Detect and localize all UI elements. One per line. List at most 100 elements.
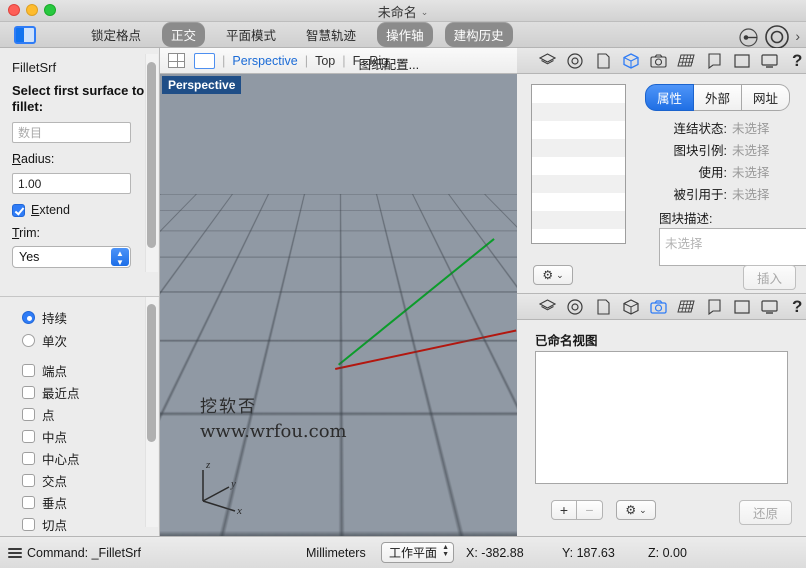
tab-external[interactable]: 外部	[694, 84, 743, 111]
property-value: 未选择	[732, 166, 770, 180]
viewport-tab-overlapped[interactable]: F...Rig 图纸配置...	[353, 54, 419, 72]
count-input[interactable]: 数目	[12, 122, 131, 143]
toolbar-item-gumball[interactable]: 操作轴	[377, 22, 433, 47]
mesh-icon[interactable]	[677, 52, 695, 70]
list-item[interactable]	[532, 229, 625, 247]
target-point-icon[interactable]	[738, 27, 759, 48]
remove-view-button[interactable]: −	[577, 500, 603, 520]
snap-row-intersection[interactable]: 交点	[22, 471, 159, 490]
display-icon[interactable]	[761, 298, 779, 316]
block-icon[interactable]	[622, 298, 640, 316]
display-icon[interactable]	[761, 52, 779, 70]
layers-icon[interactable]	[539, 298, 557, 316]
chevron-updown-icon: ▲ ▼	[442, 544, 450, 558]
osnap-mode-single[interactable]: 单次	[22, 331, 159, 350]
single-view-icon[interactable]	[194, 52, 215, 69]
trim-select[interactable]: Yes ▲ ▼	[12, 246, 131, 268]
add-view-button[interactable]: +	[551, 500, 577, 520]
snap-checkbox-end[interactable]	[22, 364, 35, 377]
list-item[interactable]	[532, 103, 625, 121]
snap-checkbox-mid[interactable]	[22, 430, 35, 443]
osnap-scrollbar-thumb[interactable]	[147, 304, 156, 442]
list-item[interactable]	[532, 85, 625, 103]
radio-single[interactable]	[22, 334, 35, 347]
extend-checkbox-row[interactable]: Extend	[12, 203, 159, 217]
chevron-down-icon[interactable]: ⌄	[421, 7, 429, 17]
toolbar-item-history[interactable]: 建构历史	[444, 22, 513, 47]
perspective-viewport[interactable]: Perspective 挖软否 www.wrfou.com z y x	[160, 74, 517, 536]
panel-toggle-icon[interactable]	[14, 25, 36, 44]
mesh-icon[interactable]	[677, 298, 695, 316]
named-views-list[interactable]	[535, 351, 788, 484]
insert-button[interactable]: 插入	[742, 265, 796, 290]
list-item[interactable]	[532, 175, 625, 193]
status-bar: Command: _FilletSrf Millimeters 工作平面 ▲ ▼ …	[0, 536, 806, 568]
units-label: Millimeters	[306, 545, 366, 560]
list-item[interactable]	[532, 121, 625, 139]
scroll-icon[interactable]	[705, 52, 723, 70]
four-view-icon[interactable]	[168, 53, 185, 68]
toolbar-item-smarttrack[interactable]: 智慧轨迹	[297, 22, 365, 47]
list-item[interactable]	[532, 139, 625, 157]
snap-checkbox-center[interactable]	[22, 452, 35, 465]
radio-persistent[interactable]	[22, 311, 35, 324]
page-icon[interactable]	[594, 52, 612, 70]
circle-target-icon[interactable]	[764, 24, 790, 50]
list-item[interactable]	[532, 157, 625, 175]
snap-row-tangent[interactable]: 切点	[22, 515, 159, 534]
help-icon[interactable]: ?	[788, 298, 806, 316]
toolbar-item-ortho[interactable]: 正交	[162, 22, 206, 47]
rect-icon[interactable]	[733, 298, 751, 316]
snap-checkbox-tangent[interactable]	[22, 518, 35, 531]
toolbar-item-grid-snap[interactable]: 锁定格点	[82, 22, 150, 47]
circle-icon[interactable]	[567, 52, 585, 70]
viewport-tab-top[interactable]: Top	[315, 54, 335, 68]
object-list[interactable]	[531, 84, 626, 244]
help-icon[interactable]: ?	[788, 52, 806, 70]
restore-view-button[interactable]: 还原	[738, 500, 792, 525]
chevron-updown-icon[interactable]: ▲ ▼	[111, 248, 129, 267]
named-views-gear-button[interactable]: ⚙ ⌄	[616, 500, 656, 520]
snap-row-perp[interactable]: 垂点	[22, 493, 159, 512]
snap-checkbox-point[interactable]	[22, 408, 35, 421]
extend-checkbox[interactable]	[12, 203, 25, 217]
page-icon[interactable]	[594, 298, 612, 316]
snap-checkbox-intersection[interactable]	[22, 474, 35, 487]
viewport-tab-perspective[interactable]: Perspective	[232, 54, 297, 68]
svg-text:y: y	[230, 478, 236, 490]
layers-icon[interactable]	[539, 52, 557, 70]
scroll-icon[interactable]	[705, 298, 723, 316]
chevron-down-icon: ⌄	[556, 269, 564, 280]
cplane-select[interactable]: 工作平面 ▲ ▼	[381, 542, 455, 563]
camera-icon[interactable]	[650, 298, 668, 316]
osnap-mode-persistent[interactable]: 持续	[22, 308, 159, 327]
radius-input[interactable]: 1.00	[12, 173, 131, 194]
axis-gizmo-icon: z y x	[202, 459, 242, 516]
snap-row-mid[interactable]: 中点	[22, 427, 159, 446]
block-description-input[interactable]: 未选择	[659, 228, 806, 266]
coord-y: Y: 187.63	[562, 545, 615, 560]
tab-properties[interactable]: 属性	[645, 84, 695, 111]
list-item[interactable]	[532, 193, 625, 211]
circle-icon[interactable]	[567, 298, 585, 316]
viewport-label[interactable]: Perspective	[162, 76, 242, 94]
options-scrollbar-thumb[interactable]	[147, 62, 156, 248]
snap-row-end[interactable]: 端点	[22, 361, 159, 380]
tab-url[interactable]: 网址	[742, 84, 791, 111]
property-key: 图块引例:	[673, 144, 727, 158]
toolbar-overflow-chevron-icon[interactable]: ›	[795, 28, 800, 46]
snap-row-near[interactable]: 最近点	[22, 383, 159, 402]
list-item[interactable]	[532, 211, 625, 229]
snap-row-point[interactable]: 点	[22, 405, 159, 424]
snap-checkbox-perp[interactable]	[22, 496, 35, 509]
snap-checkbox-near[interactable]	[22, 386, 35, 399]
panel-options-gear-button[interactable]: ⚙ ⌄	[533, 265, 573, 285]
snap-row-center[interactable]: 中心点	[22, 449, 159, 468]
snap-label-2: 点	[42, 409, 55, 423]
toolbar-item-planar[interactable]: 平面模式	[217, 22, 285, 47]
menu-icon[interactable]	[8, 546, 22, 560]
block-icon[interactable]	[622, 52, 640, 70]
rect-icon[interactable]	[733, 52, 751, 70]
command-line-text[interactable]: Command: _FilletSrf	[27, 546, 141, 560]
camera-icon[interactable]	[650, 52, 668, 70]
